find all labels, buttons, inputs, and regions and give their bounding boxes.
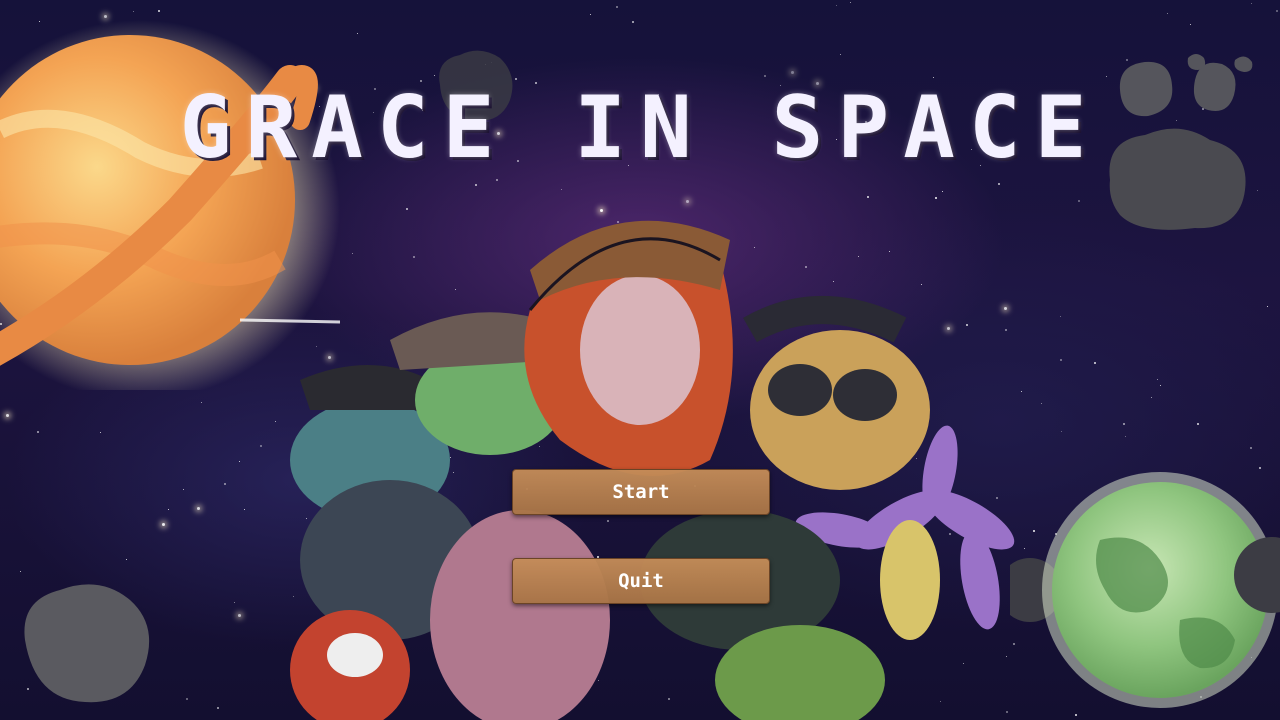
star (197, 507, 200, 510)
star (840, 54, 841, 55)
star (632, 21, 634, 23)
star (764, 75, 766, 77)
star (850, 2, 851, 3)
start-button[interactable]: Start (512, 469, 770, 515)
star (942, 191, 943, 192)
green-planet-illustration (1010, 472, 1280, 708)
star (1167, 13, 1168, 14)
quit-button-label: Quit (618, 570, 664, 592)
star (1021, 391, 1022, 392)
star (357, 33, 358, 34)
star (1125, 436, 1126, 437)
star (1060, 316, 1061, 317)
star (186, 698, 188, 700)
quit-button[interactable]: Quit (512, 558, 770, 604)
star (239, 461, 240, 462)
star (616, 6, 618, 8)
star (1250, 447, 1252, 449)
star (1123, 423, 1125, 425)
star (234, 602, 235, 603)
star (791, 71, 794, 74)
star (126, 559, 127, 560)
star (561, 189, 562, 190)
star (590, 14, 591, 15)
start-button-label: Start (612, 481, 670, 503)
star (1197, 423, 1199, 425)
star (1060, 359, 1062, 361)
star (1190, 24, 1191, 25)
star (1160, 385, 1161, 386)
star (275, 421, 276, 422)
star (6, 414, 9, 417)
star (168, 509, 169, 510)
star (836, 5, 837, 6)
star (475, 184, 477, 186)
star (1251, 3, 1252, 4)
star (37, 431, 39, 433)
star (244, 509, 245, 510)
star (1151, 397, 1152, 398)
star (1259, 467, 1261, 469)
main-menu-screen: GRACE IN SPACE Start Quit (0, 0, 1280, 720)
star (1157, 379, 1158, 380)
asteroid-illustration (24, 584, 150, 703)
star (201, 402, 202, 403)
star (162, 523, 165, 526)
star (1267, 306, 1268, 307)
star (1276, 10, 1278, 12)
star (1061, 431, 1062, 432)
star (998, 183, 1000, 185)
game-title: GRACE IN SPACE (179, 78, 1101, 178)
character-cast-illustration (290, 220, 1015, 720)
star (1041, 403, 1042, 404)
star (100, 432, 101, 433)
star (217, 707, 219, 709)
star (224, 483, 226, 485)
star (1078, 200, 1080, 202)
star (935, 197, 937, 199)
star (183, 489, 184, 490)
star (867, 196, 869, 198)
star (1094, 362, 1096, 364)
star (496, 179, 498, 181)
star (260, 445, 262, 447)
star (238, 614, 241, 617)
